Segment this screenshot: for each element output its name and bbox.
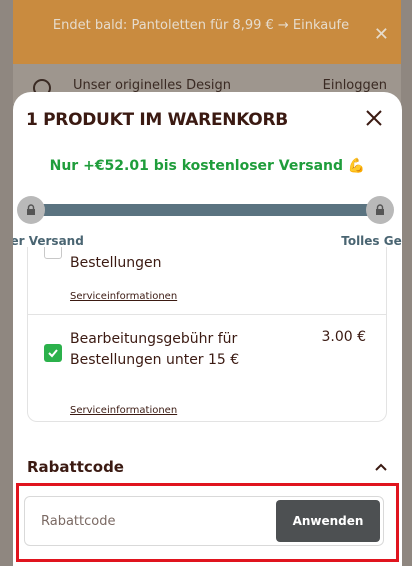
service-checkbox[interactable]: [44, 247, 62, 259]
check-icon: [48, 349, 58, 358]
free-shipping-message: Nur +€52.01 bis kostenloser Versand 💪: [49, 158, 366, 174]
nav-brand: Unser originelles Design: [73, 78, 232, 93]
promo-text[interactable]: Endet bald: Pantoletten für 8,99 € → Ein…: [41, 15, 361, 37]
progress-label-free-shipping: loser Versand: [13, 234, 84, 248]
close-icon[interactable]: ✕: [374, 24, 389, 45]
service-info-link[interactable]: Serviceinformationen: [70, 405, 177, 416]
item-price: 3.00 €: [321, 329, 366, 345]
item-title: Bearbeitungsgebühr für Bestellungen unte…: [70, 331, 240, 368]
close-cart-button[interactable]: [362, 106, 386, 130]
shipping-progress-bar: [17, 196, 394, 224]
cart-modal: 1 PRODUKT IM WARENKORB Nur +€52.01 bis k…: [13, 92, 402, 566]
item-title: Bestellungen: [70, 255, 162, 271]
close-icon[interactable]: [362, 106, 386, 130]
service-info-link[interactable]: Serviceinformationen: [70, 291, 177, 302]
progress-track: [31, 204, 380, 216]
lock-icon: [17, 196, 45, 224]
discount-code-row: Anwenden: [24, 496, 384, 546]
lock-icon: [366, 196, 394, 224]
list-item: Bearbeitungsgebühr für Bestellungen unte…: [28, 315, 386, 421]
discount-heading[interactable]: Rabattcode: [27, 458, 124, 476]
cart-title: 1 PRODUKT IM WARENKORB: [26, 110, 288, 130]
discount-code-input[interactable]: [41, 509, 261, 533]
progress-label-gift: Tolles Gesc: [341, 234, 402, 248]
service-items-list: Bestellungen Serviceinformationen Bearbe…: [27, 247, 387, 422]
chevron-up-icon[interactable]: [374, 462, 388, 472]
promo-banner[interactable]: Endet bald: Pantoletten für 8,99 € → Ein…: [13, 0, 401, 64]
login-link[interactable]: Einloggen: [323, 78, 387, 93]
service-checkbox[interactable]: [44, 344, 62, 362]
apply-discount-button[interactable]: Anwenden: [276, 500, 380, 542]
list-item: Bestellungen Serviceinformationen: [28, 247, 386, 315]
